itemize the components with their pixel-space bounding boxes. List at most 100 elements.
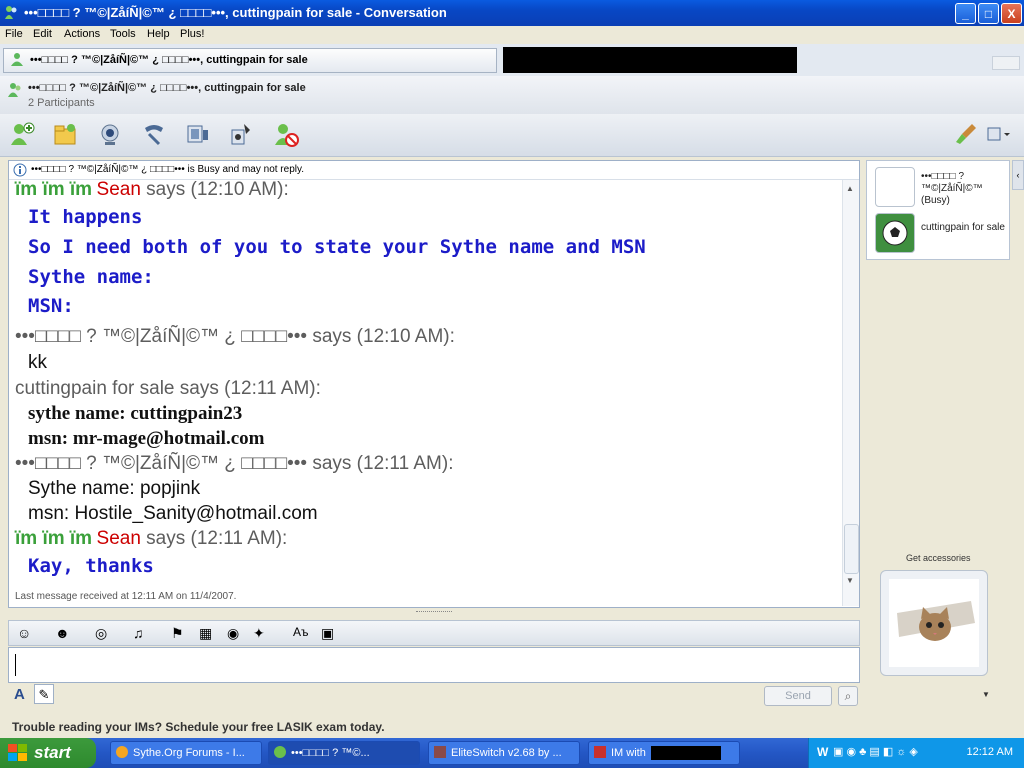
tray-icons[interactable]: ▣ ◉ ♣ ▤ ◧ ☼ ◈ (833, 745, 918, 758)
font-icon[interactable]: A (14, 686, 25, 703)
send-button[interactable]: Send (764, 686, 832, 706)
sender-prefix: ïm ïm ïm (15, 179, 93, 200)
sender-prefix: ïm ïm ïm (15, 528, 93, 549)
gift-icon[interactable]: ✦ (253, 625, 265, 642)
emoticon-icon[interactable]: ☺ (17, 625, 31, 641)
scroll-up-arrow[interactable]: ▲ (846, 184, 854, 193)
sender-says: says (12:10 AM): (140, 179, 289, 200)
formatting-toolbar: ☺ ☻ ◎ ♫ ⚑ ▦ ◉ ✦ Aъ ▣ (8, 620, 860, 646)
message-header: ïm ïm ïm Sean says (12:11 AM): (15, 528, 287, 550)
message-line: MSN: (28, 295, 74, 317)
participant-avatar[interactable] (875, 213, 915, 253)
plugins-icon[interactable]: ▣ (321, 625, 334, 642)
ad-text[interactable]: Trouble reading your IMs? Schedule your … (12, 720, 385, 734)
busy-notice: •••□□□□ ? ™©|ZåíÑ|©™ ¿ □□□□••• is Busy a… (31, 164, 305, 175)
participant-avatar[interactable] (875, 167, 915, 207)
scroll-thumb[interactable] (844, 524, 859, 574)
message-line: msn: mr-mage@hotmail.com (28, 428, 265, 449)
accessories-dropdown-icon[interactable]: ▼ (982, 690, 990, 699)
taskbar-item[interactable]: EliteSwitch v2.68 by ... (428, 741, 580, 765)
flash-icon[interactable]: ⚑ (171, 625, 184, 642)
menu-file[interactable]: File (5, 28, 23, 40)
message-header: •••□□□□ ? ™©|ZåíÑ|©™ ¿ □□□□••• says (12:… (15, 326, 455, 347)
firefox-icon (116, 746, 128, 758)
windows-logo-icon (8, 744, 27, 761)
search-icon[interactable]: ⌕ (838, 686, 858, 706)
cat-display-picture (889, 579, 979, 667)
taskbar-item-label: Sythe.Org Forums - I... (133, 747, 245, 759)
info-icon (13, 163, 27, 177)
display-picture-frame[interactable] (880, 570, 988, 676)
collapse-panel-button[interactable]: ‹ (1012, 160, 1024, 190)
sound-icon[interactable]: ◉ (227, 625, 239, 642)
background-icon[interactable]: ▦ (199, 625, 212, 642)
contact-icon (11, 53, 23, 66)
title-bar: •••□□□□ ? ™©|ZåíÑ|©™ ¿ □□□□•••, cuttingp… (0, 0, 1024, 26)
menu-plus[interactable]: Plus! (180, 28, 204, 40)
nudge-icon[interactable]: ◎ (95, 625, 107, 642)
message-header: cuttingpain for sale says (12:11 AM): (15, 378, 321, 399)
conversation-header: •••□□□□ ? ™©|ZåíÑ|©™ ¿ □□□□•••, cuttingp… (0, 76, 1024, 114)
clock: 12:12 AM (966, 746, 1013, 758)
webcam-icon[interactable] (96, 120, 124, 148)
message-line: So I need both of you to state your Syth… (28, 236, 646, 258)
message-line: msn: Hostile_Sanity@hotmail.com (28, 503, 318, 524)
message-input[interactable] (8, 647, 860, 683)
message-line: Sythe name: (28, 266, 154, 288)
translate-icon[interactable]: Aъ (293, 625, 309, 639)
scroll-down-arrow[interactable]: ▼ (846, 576, 854, 585)
message-entry-area: ☺ ☻ ◎ ♫ ⚑ ▦ ◉ ✦ Aъ ▣ A ✎ Send ⌕ (8, 620, 860, 708)
taskbar-item-label: EliteSwitch v2.68 by ... (451, 747, 562, 759)
history-scrollbar[interactable]: ▲ ▼ (842, 180, 859, 606)
sender-name: Sean (96, 179, 141, 200)
tab-label: •••□□□□ ? ™©|ZåíÑ|©™ ¿ □□□□•••, cuttingp… (30, 54, 308, 66)
redacted-area (651, 746, 721, 760)
invite-contact-icon[interactable] (8, 120, 36, 148)
wink-icon[interactable]: ☻ (55, 625, 70, 641)
messenger-icon (5, 6, 17, 19)
message-line: sythe name: cuttingpain23 (28, 403, 243, 424)
taskbar-item[interactable]: Sythe.Org Forums - I... (110, 741, 262, 765)
games-icon[interactable] (228, 120, 256, 148)
ad-banner[interactable]: Trouble reading your IMs? Schedule your … (0, 712, 1024, 738)
tray-icon-w[interactable]: W (817, 745, 828, 759)
message-line: It happens (28, 206, 143, 228)
menu-edit[interactable]: Edit (33, 28, 52, 40)
send-files-icon[interactable] (52, 120, 80, 148)
eliteswitch-icon (434, 746, 446, 758)
maximize-button[interactable]: □ (978, 3, 999, 24)
participant-names: •••□□□□ ? ™©|ZåíÑ|©™ ¿ □□□□•••, cuttingp… (28, 82, 306, 94)
sender-name: Sean (96, 528, 141, 549)
voice-clip-icon[interactable]: ♫ (133, 625, 144, 641)
menu-bar: File Edit Actions Tools Help Plus! (0, 26, 1024, 44)
taskbar-item[interactable]: •••□□□□ ? ™©... (268, 741, 420, 765)
participant-name: •••□□□□ ? ™©|ZåíÑ|©™ (Busy) (921, 171, 983, 206)
system-tray: W ▣ ◉ ♣ ▤ ◧ ☼ ◈ 12:12 AM (808, 738, 1024, 768)
minimize-button[interactable]: _ (955, 3, 976, 24)
menu-help[interactable]: Help (147, 28, 170, 40)
layout-menu-icon[interactable] (984, 120, 1012, 148)
tab-scroll-arrows[interactable] (992, 56, 1020, 70)
menu-actions[interactable]: Actions (64, 28, 100, 40)
paintbrush-icon[interactable] (952, 120, 980, 148)
start-button[interactable]: start (0, 738, 96, 768)
redacted-area (503, 47, 797, 73)
splitter-handle[interactable] (416, 611, 452, 616)
accessories-label[interactable]: Get accessories (906, 553, 971, 563)
handwriting-icon[interactable]: ✎ (34, 684, 54, 704)
taskbar-item-label: •••□□□□ ? ™©... (291, 747, 370, 759)
window-title: •••□□□□ ? ™©|ZåíÑ|©™ ¿ □□□□•••, cuttingp… (24, 5, 447, 20)
text-cursor (15, 654, 16, 676)
close-button[interactable]: X (1001, 3, 1022, 24)
menu-tools[interactable]: Tools (110, 28, 136, 40)
taskbar-item[interactable]: IM with (588, 741, 740, 765)
tab-strip: •••□□□□ ? ™©|ZåíÑ|©™ ¿ □□□□•••, cuttingp… (0, 44, 1024, 77)
conversation-history[interactable]: •••□□□□ ? ™©|ZåíÑ|©™ ¿ □□□□••• is Busy a… (8, 160, 860, 608)
video-icon[interactable] (184, 120, 212, 148)
block-icon[interactable] (272, 120, 300, 148)
call-icon[interactable] (140, 120, 168, 148)
message-line: kk (28, 352, 47, 373)
status-infobar: •••□□□□ ? ™©|ZåíÑ|©™ ¿ □□□□••• is Busy a… (9, 161, 859, 180)
tab-conversation[interactable]: •••□□□□ ? ™©|ZåíÑ|©™ ¿ □□□□•••, cuttingp… (3, 48, 497, 73)
message-header: ïm ïm ïm Sean says (12:10 AM): (15, 179, 289, 201)
